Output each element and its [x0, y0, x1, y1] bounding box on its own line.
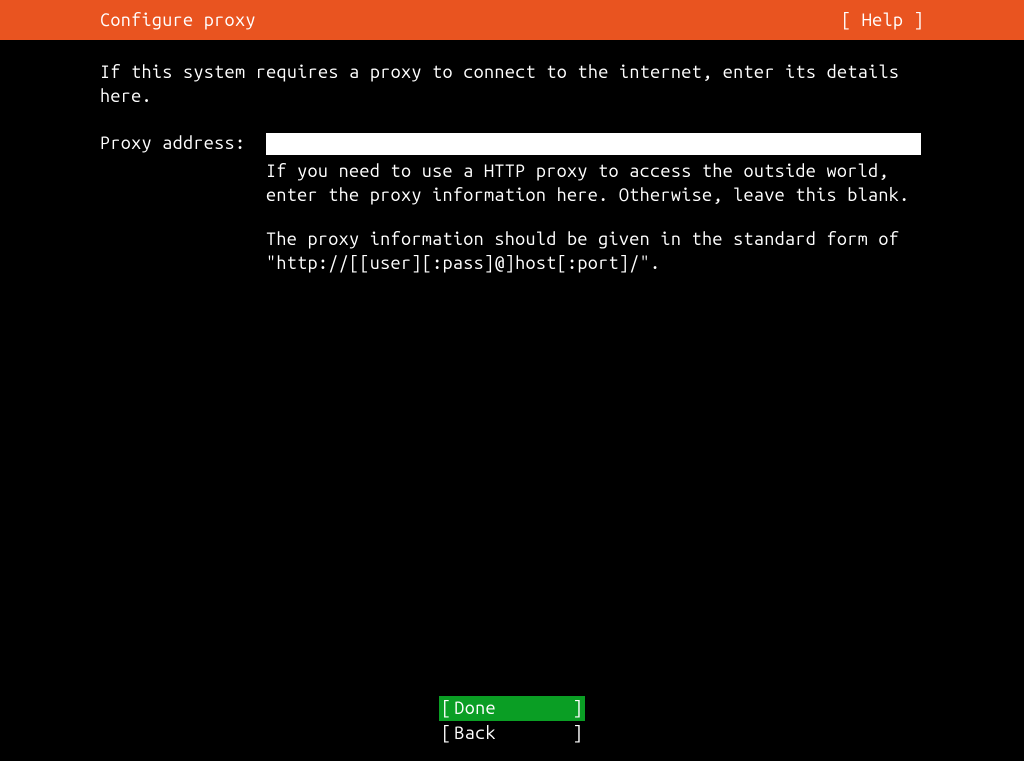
footer-actions: [ Done ] [ Back ] — [0, 696, 1024, 745]
back-button[interactable]: [ Back ] — [439, 721, 585, 745]
proxy-label: Proxy address: — [100, 133, 266, 153]
help-button[interactable]: [ Help ] — [841, 10, 924, 30]
proxy-help-text-1: If you need to use a HTTP proxy to acces… — [266, 159, 921, 208]
back-label: Back — [454, 721, 569, 745]
page-title: Configure proxy — [100, 10, 256, 30]
content-area: If this system requires a proxy to conne… — [0, 40, 1024, 296]
done-label: Done — [454, 696, 569, 720]
proxy-input[interactable] — [266, 133, 921, 155]
proxy-help-text-2: The proxy information should be given in… — [266, 227, 921, 276]
done-button[interactable]: [ Done ] — [439, 696, 585, 720]
proxy-form-row: Proxy address: If you need to use a HTTP… — [100, 133, 924, 296]
instructions-text: If this system requires a proxy to conne… — [100, 60, 920, 109]
proxy-field-area: If you need to use a HTTP proxy to acces… — [266, 133, 921, 296]
bracket-icon: [ — [441, 721, 451, 745]
header-bar: Configure proxy [ Help ] — [0, 0, 1024, 40]
bracket-icon: ] — [573, 696, 583, 720]
bracket-icon: [ — [441, 696, 451, 720]
bracket-icon: ] — [573, 721, 583, 745]
